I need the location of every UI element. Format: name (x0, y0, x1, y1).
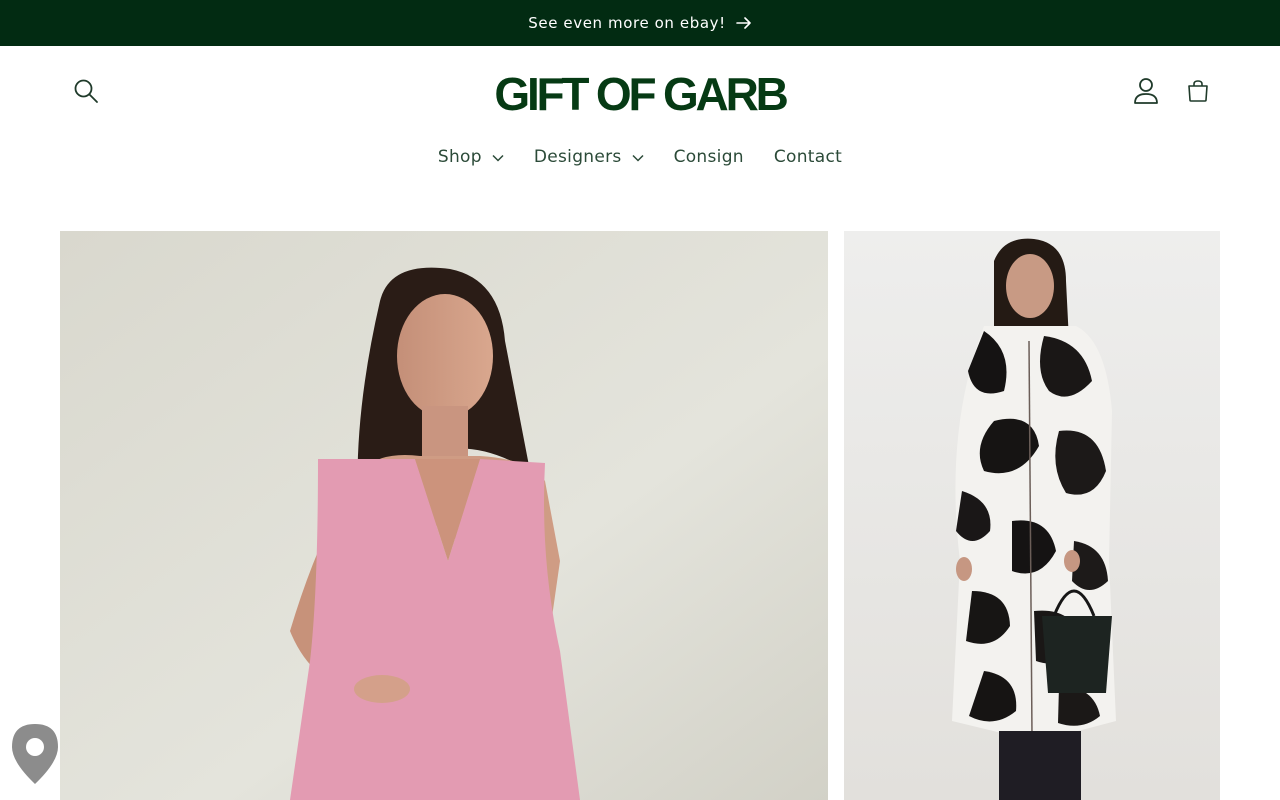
nav-item-label: Shop (437, 147, 482, 167)
main-navigation: Shop Designers Consign Contact (0, 136, 1280, 178)
account-icon (1133, 77, 1159, 109)
announcement-bar[interactable]: See even more on ebay! (0, 0, 1280, 46)
search-icon (73, 78, 99, 108)
site-header: GIFT OF GARB Shop Designers Consign Cont… (0, 46, 1280, 196)
pink-dress-photo[interactable] (60, 231, 828, 800)
cart-button[interactable] (1176, 71, 1220, 115)
search-button[interactable] (64, 71, 108, 115)
nav-item-label: Contact (773, 147, 843, 167)
cowhide-coat-photo[interactable] (844, 231, 1220, 800)
nav-item-label: Designers (533, 147, 622, 167)
chevron-down-icon (492, 147, 504, 167)
account-button[interactable] (1124, 71, 1168, 115)
nav-item-consign[interactable]: Consign (661, 136, 757, 178)
nav-item-label: Consign (673, 147, 744, 167)
arrow-right-icon (735, 17, 752, 29)
store-locator-button[interactable] (10, 722, 60, 786)
announcement-text[interactable]: See even more on ebay! (528, 14, 725, 32)
site-logo[interactable]: GIFT OF GARB (440, 66, 840, 122)
nav-item-contact[interactable]: Contact (761, 136, 855, 178)
chevron-down-icon (632, 147, 644, 167)
nav-item-shop[interactable]: Shop (425, 136, 517, 178)
product-gallery (60, 231, 1220, 800)
cart-icon (1186, 79, 1210, 107)
nav-item-designers[interactable]: Designers (521, 136, 657, 178)
map-pin-icon (10, 724, 60, 790)
